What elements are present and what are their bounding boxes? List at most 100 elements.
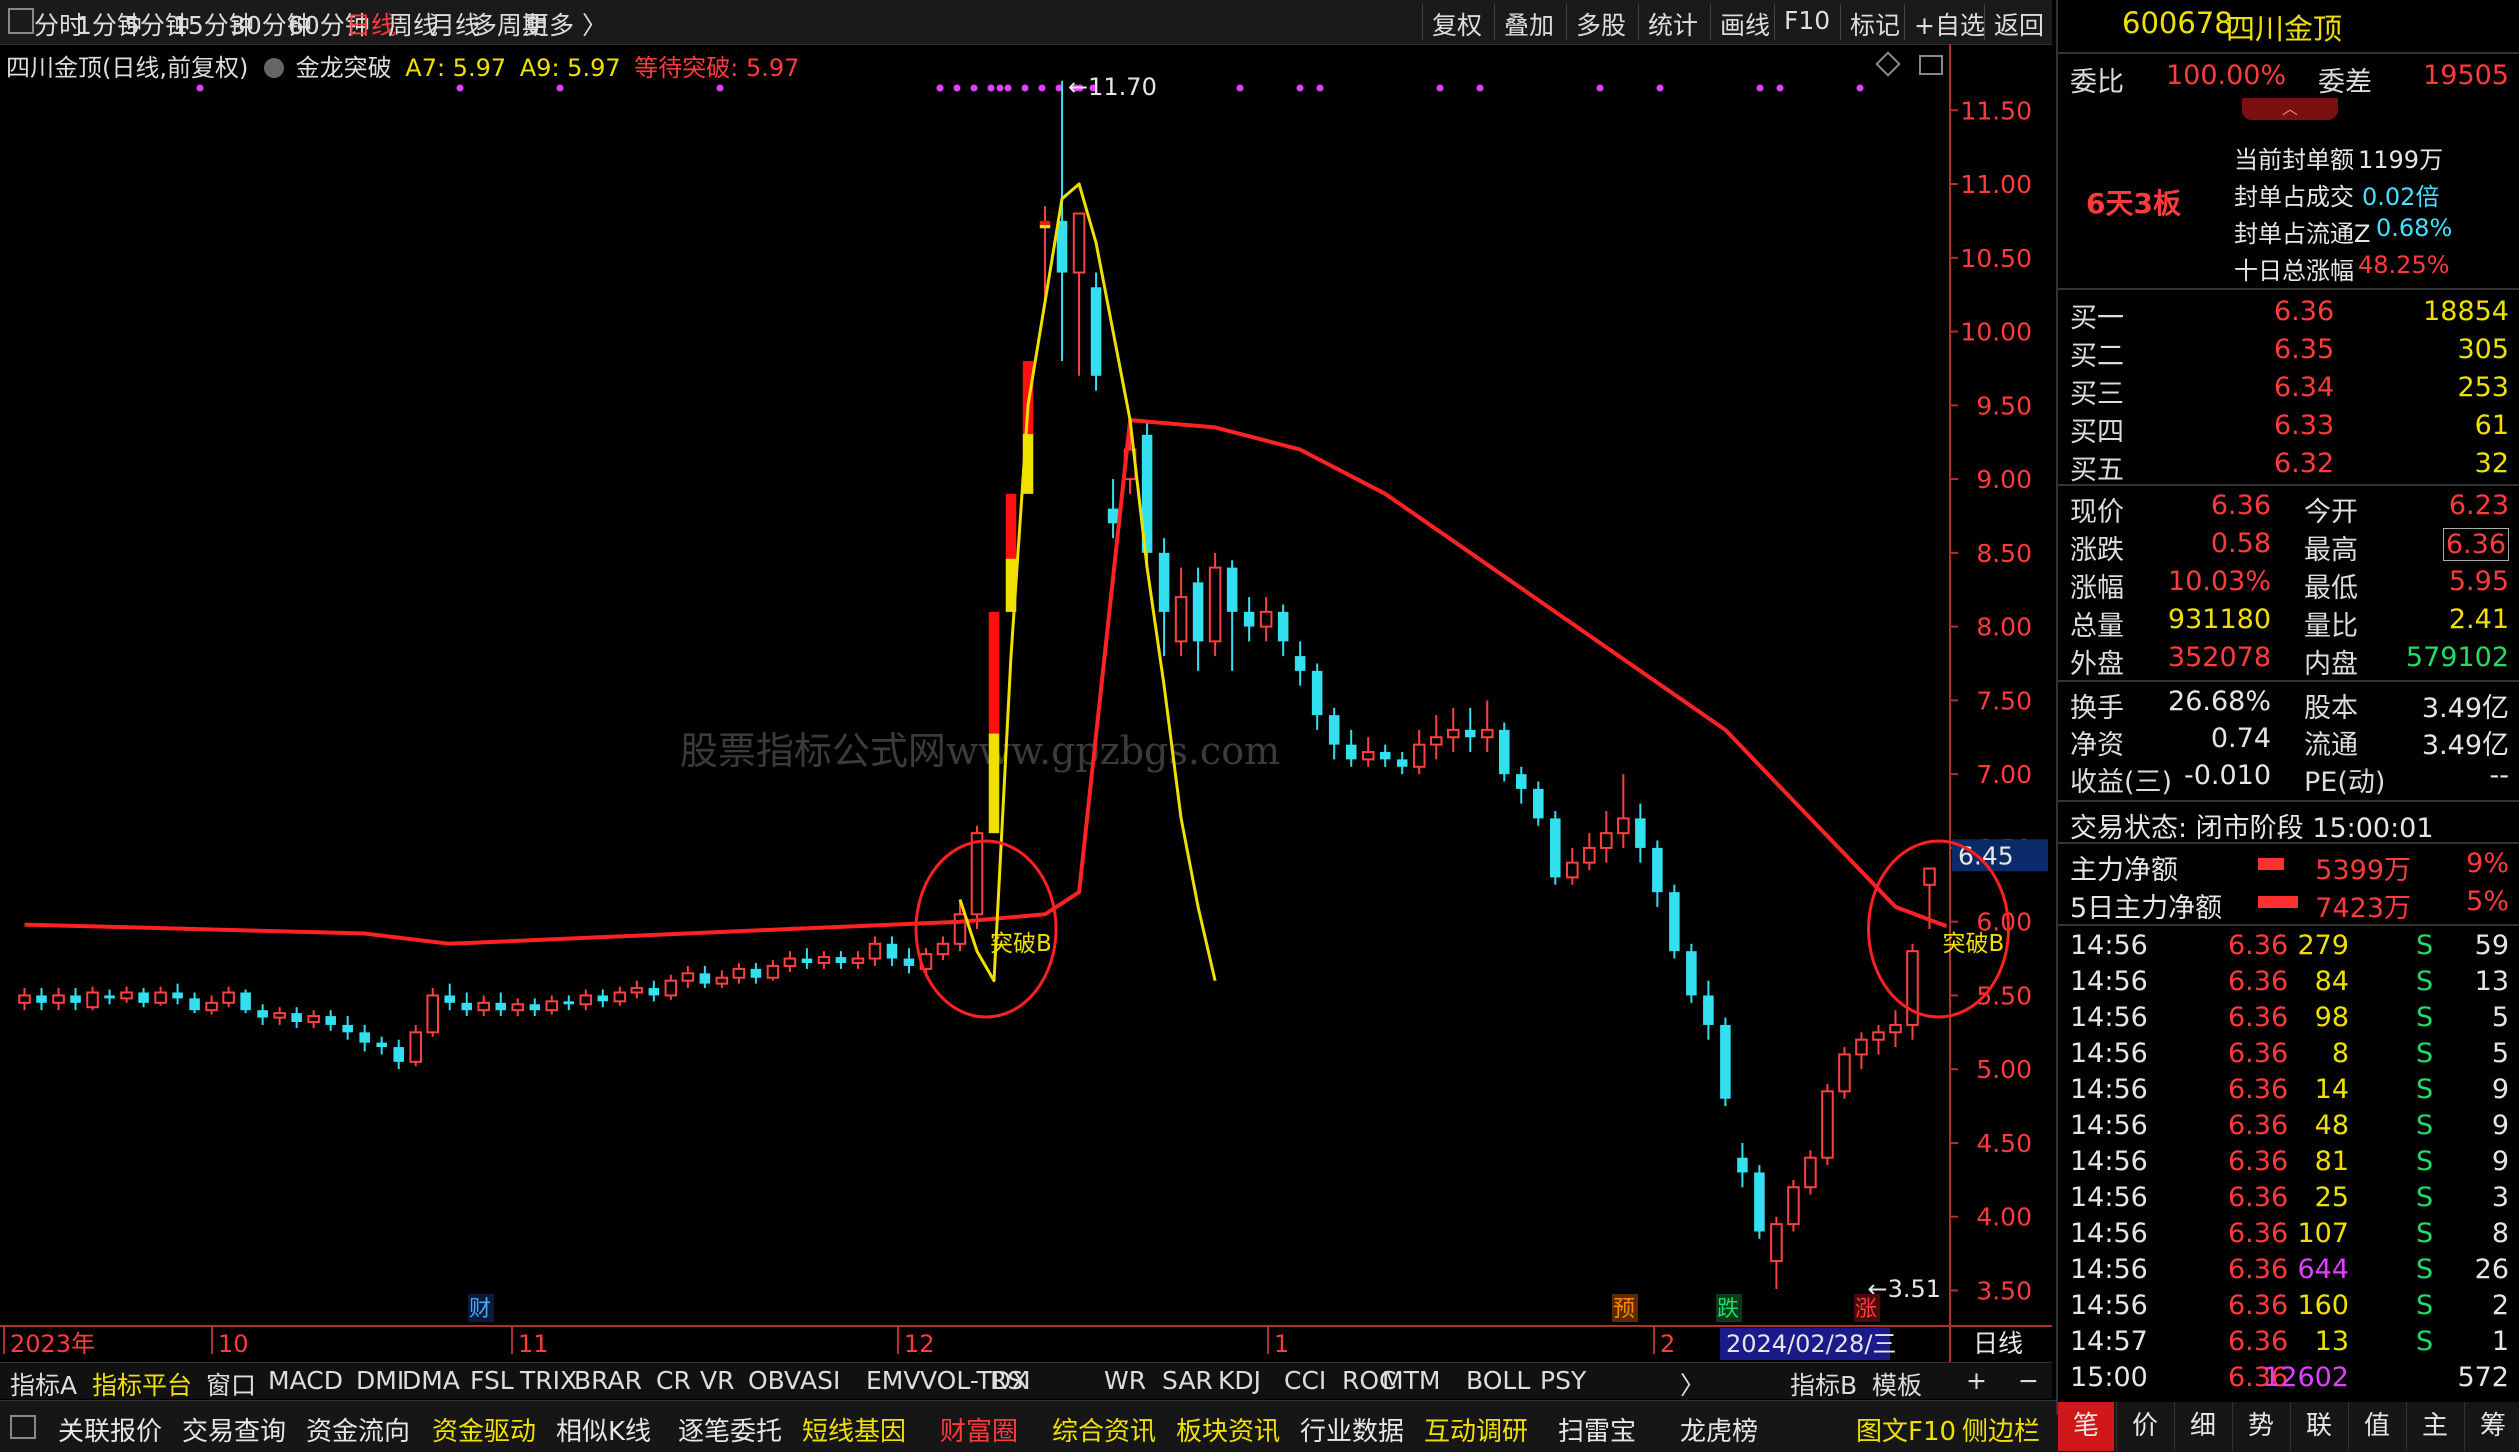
function-button-9[interactable]: 板块资讯: [1176, 1411, 1280, 1448]
indicator-tab-9[interactable]: CR: [656, 1366, 691, 1395]
panel-tab-4[interactable]: 联: [2290, 1402, 2347, 1451]
indicator-tab-2[interactable]: 窗口: [206, 1366, 256, 1402]
indicator-right-button-0[interactable]: 指标B: [1790, 1366, 1857, 1402]
indicator-tab-1[interactable]: 指标平台: [92, 1366, 192, 1402]
indicator-tab-18[interactable]: KDJ: [1218, 1366, 1261, 1395]
indicator-tab-11[interactable]: OBV: [748, 1366, 801, 1395]
function-button-2[interactable]: 资金流向: [306, 1411, 410, 1448]
fundamental-row: 收益(三) -0.010 PE(动) --: [2058, 758, 2519, 798]
y-tick-label: 9.00: [1976, 465, 2032, 494]
breakout-label: 突破B: [1943, 931, 2005, 957]
indicator-right-button-1[interactable]: 模板: [1872, 1366, 1922, 1402]
function-button-6[interactable]: 短线基因: [802, 1411, 906, 1448]
function-button-0[interactable]: 关联报价: [58, 1411, 162, 1448]
function-button-8[interactable]: 综合资讯: [1052, 1411, 1156, 1448]
function-button-5[interactable]: 逐笔委托: [678, 1411, 782, 1448]
toolbar-button-6[interactable]: 标记: [1850, 6, 1900, 42]
diamond-icon[interactable]: [1875, 51, 1901, 77]
bid-row[interactable]: 买二 6.35 305: [2058, 332, 2519, 372]
toolbar-separator: [1710, 4, 1711, 40]
quote-label: 最低: [2304, 573, 2358, 604]
toolbar-button-3[interactable]: 统计: [1648, 6, 1698, 42]
panel-tab-0[interactable]: 笔: [2058, 1402, 2114, 1451]
indicator-tab-21[interactable]: MTM: [1382, 1366, 1440, 1395]
candle-body-down: [1754, 1172, 1765, 1232]
indicator-tab-3[interactable]: MACD: [268, 1366, 343, 1395]
limit-up-candle-top: [1039, 220, 1051, 225]
indicator-tab-5[interactable]: DMA: [402, 1366, 460, 1395]
kline-chart[interactable]: 3.504.004.505.005.506.006.507.007.508.00…: [0, 44, 2052, 1362]
indicator-tab-15[interactable]: RSI: [990, 1366, 1031, 1395]
toolbar-button-7[interactable]: +自选: [1914, 6, 1985, 42]
function-button-1[interactable]: 交易查询: [182, 1411, 286, 1448]
quote-label: 外盘: [2070, 649, 2124, 680]
indicator-tab-6[interactable]: FSL: [470, 1366, 514, 1395]
indicator-tab-23[interactable]: PSY: [1540, 1366, 1586, 1395]
fundamental-label: PE(动): [2304, 767, 2386, 798]
bid-row[interactable]: 买一 6.36 18854: [2058, 294, 2519, 334]
tick-time: 14:56: [2070, 1038, 2148, 1069]
panel-tab-6[interactable]: 主: [2406, 1402, 2463, 1451]
window-menu-icon[interactable]: [8, 8, 34, 34]
indicator-tab-19[interactable]: CCI: [1284, 1366, 1326, 1395]
function-button-11[interactable]: 互动调研: [1424, 1411, 1528, 1448]
indicator-tab-16[interactable]: WR: [1104, 1366, 1146, 1395]
panel-tab-1[interactable]: 价: [2116, 1402, 2173, 1451]
toolbar-button-0[interactable]: 复权: [1432, 6, 1482, 42]
toolbar-button-8[interactable]: 返回: [1994, 6, 2044, 42]
function-button-12[interactable]: 扫雷宝: [1558, 1411, 1636, 1448]
toolbar-separator: [1984, 4, 1985, 40]
weibi-value: 100.00%: [2166, 60, 2287, 91]
panel-tab-3[interactable]: 势: [2232, 1402, 2289, 1451]
signal-dot: [716, 84, 724, 92]
function-button-14[interactable]: 图文F10: [1856, 1411, 1956, 1448]
bid-row[interactable]: 买三 6.34 253: [2058, 370, 2519, 410]
signal-dot: [1596, 84, 1604, 92]
bid-row[interactable]: 买五 6.32 32: [2058, 446, 2519, 486]
indicator-tab-17[interactable]: SAR: [1162, 1366, 1213, 1395]
seal-info-row: 封单占流通Z 0.68%: [2058, 212, 2519, 250]
tick-count: 572: [2457, 1362, 2509, 1393]
indicator-right-button-2[interactable]: +: [1966, 1366, 1987, 1395]
panel-tab-2[interactable]: 细: [2174, 1402, 2231, 1451]
function-button-13[interactable]: 龙虎榜: [1680, 1411, 1758, 1448]
toolbar-button-5[interactable]: F10: [1784, 6, 1830, 35]
function-button-7[interactable]: 财富圈: [940, 1411, 1018, 1448]
panel-tab-7[interactable]: 筹: [2464, 1402, 2519, 1451]
event-marker[interactable]: 涨: [1855, 1297, 1877, 1322]
tick-side: S: [2416, 1038, 2434, 1069]
event-marker[interactable]: 预: [1613, 1297, 1635, 1322]
indicator-tab-24[interactable]: 〉: [1680, 1366, 1705, 1402]
collapse-toggle-icon[interactable]: ︿: [2242, 98, 2338, 120]
event-marker[interactable]: 跌: [1717, 1297, 1739, 1322]
toolbar-button-4[interactable]: 画线: [1720, 6, 1770, 42]
indicator-dropdown-icon[interactable]: [264, 58, 284, 78]
event-marker[interactable]: 财: [469, 1297, 491, 1322]
function-button-15[interactable]: 侧边栏: [1962, 1411, 2040, 1448]
tick-side: S: [2416, 1326, 2434, 1357]
divider: [2058, 288, 2519, 290]
indicator-tab-10[interactable]: VR: [700, 1366, 734, 1395]
indicator-tab-13[interactable]: EMV: [866, 1366, 920, 1395]
indicator-tab-22[interactable]: BOLL: [1466, 1366, 1530, 1395]
candle-body-up: [1072, 212, 1086, 274]
function-button-4[interactable]: 相似K线: [556, 1411, 651, 1448]
panel-toggle-icon[interactable]: [10, 1415, 36, 1439]
panel-tab-5[interactable]: 值: [2348, 1402, 2405, 1451]
indicator-tab-0[interactable]: 指标A: [10, 1366, 77, 1402]
indicator-tab-7[interactable]: TRIX: [520, 1366, 577, 1395]
indicator-tab-8[interactable]: BRAR: [574, 1366, 642, 1395]
fundamental-label: 换手: [2070, 693, 2124, 724]
indicator-right-button-3[interactable]: −: [2018, 1366, 2039, 1395]
function-button-10[interactable]: 行业数据: [1300, 1411, 1404, 1448]
tick-row: 15:00 6.36 12602 572: [2058, 1360, 2519, 1398]
bid-row[interactable]: 买四 6.33 61: [2058, 408, 2519, 448]
toolbar-button-2[interactable]: 多股: [1576, 6, 1626, 42]
function-button-3[interactable]: 资金驱动: [432, 1411, 536, 1448]
period-tab-10[interactable]: 更多 〉: [524, 6, 607, 42]
indicator-tab-12[interactable]: ASI: [800, 1366, 840, 1395]
toolbar-button-1[interactable]: 叠加: [1504, 6, 1554, 42]
layout-toggle-icon[interactable]: [1919, 55, 1943, 75]
stock-name: 四川金顶: [2226, 12, 2343, 46]
indicator-tab-4[interactable]: DMI: [356, 1366, 404, 1395]
